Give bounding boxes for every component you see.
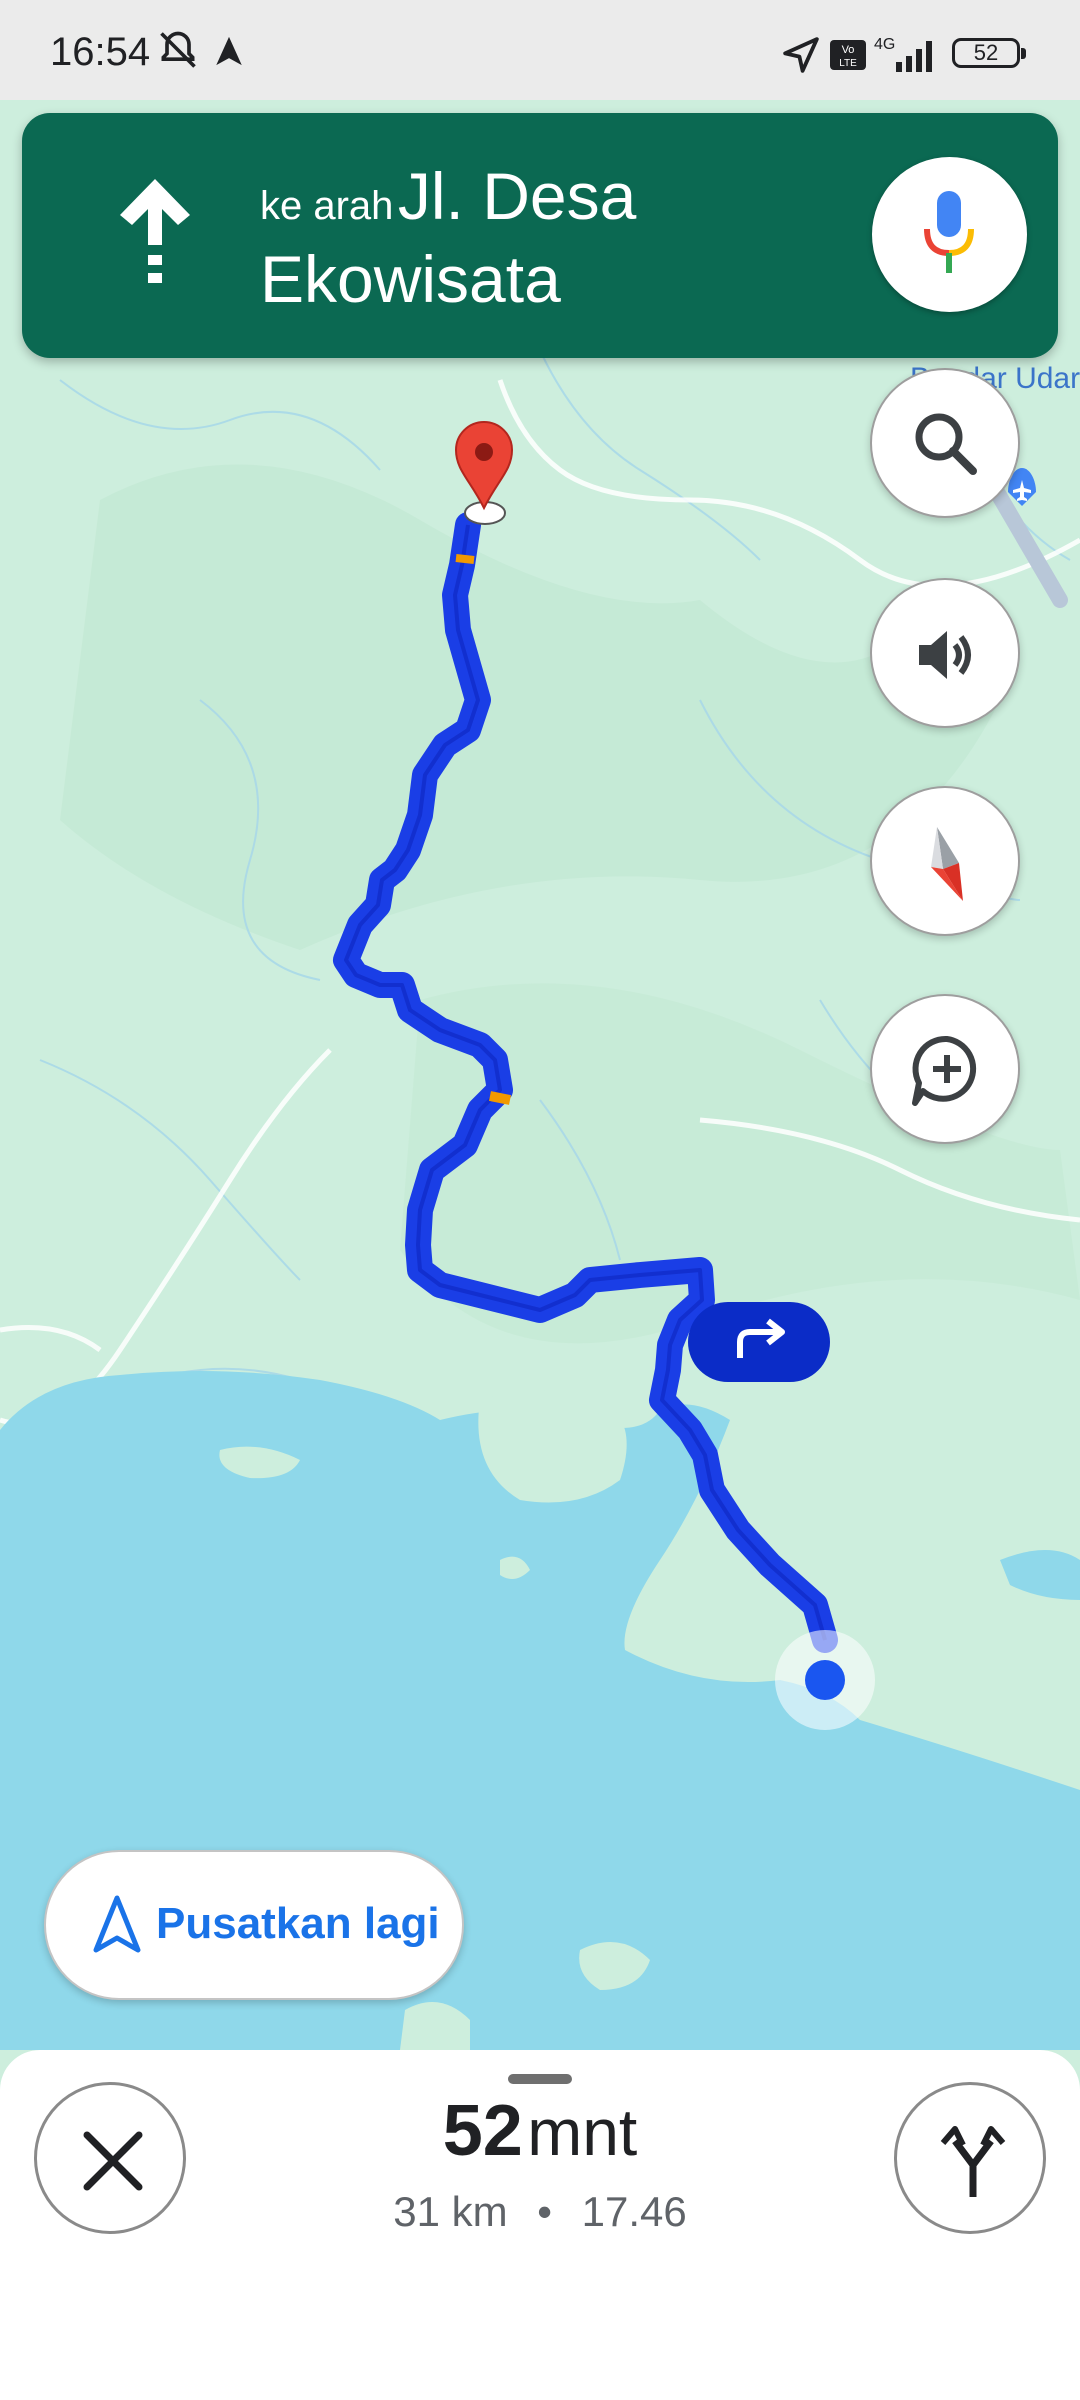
traffic-segment	[455, 554, 475, 564]
sound-button[interactable]	[870, 578, 1020, 728]
current-location-icon	[775, 1630, 875, 1730]
arrival-time: 17.46	[581, 2188, 687, 2235]
volume-icon	[919, 631, 971, 679]
voice-search-button[interactable]	[872, 157, 1027, 312]
instruction-line1: ke arah Jl. Desa	[260, 158, 636, 234]
clock: 16:54	[50, 30, 151, 74]
svg-text:Vo: Vo	[842, 44, 855, 56]
street-name-part1: Jl. Desa	[397, 159, 637, 233]
search-button[interactable]	[870, 368, 1020, 518]
navigation-banner[interactable]: ke arah Jl. Desa Ekowisata	[22, 113, 1058, 358]
compass-icon	[931, 827, 963, 901]
recenter-label: Pusatkan lagi	[156, 1899, 440, 1948]
navigation-arrow-icon	[93, 1895, 141, 1953]
trip-summary-sheet[interactable]: 52 mnt 31 km • 17.46	[0, 2050, 1080, 2400]
street-name-part2: Ekowisata	[260, 242, 561, 316]
eta-minutes: 52	[442, 2091, 523, 2171]
route-fork-icon	[940, 2126, 1006, 2197]
battery-indicator: 52	[952, 38, 1026, 68]
volte-icon: Vo LTE	[830, 40, 866, 70]
add-report-button[interactable]	[870, 994, 1020, 1144]
compass-button[interactable]	[870, 786, 1020, 936]
eta-unit: mnt	[527, 2095, 638, 2169]
microphone-icon	[924, 191, 974, 273]
straight-arrow-icon	[120, 179, 190, 283]
navigation-arrow-icon	[216, 36, 242, 66]
next-turn-bubble	[688, 1302, 830, 1382]
turn-right-icon	[737, 1318, 785, 1358]
bell-off-icon	[160, 31, 196, 68]
status-bar: 16:54 Vo LTE 4G 52	[0, 0, 1080, 100]
recenter-button[interactable]: Pusatkan lagi	[44, 1850, 464, 2000]
trip-distance: 31 km	[393, 2188, 508, 2235]
location-arrow-icon	[783, 37, 819, 73]
traffic-segment	[489, 1091, 511, 1105]
separator: •	[537, 2188, 552, 2235]
signal-icon	[896, 41, 932, 72]
svg-text:LTE: LTE	[839, 58, 857, 69]
drag-handle[interactable]	[508, 2074, 572, 2084]
search-icon	[915, 413, 977, 475]
add-comment-icon	[912, 1035, 977, 1106]
instruction-prefix: ke arah	[260, 184, 394, 228]
alternate-routes-button[interactable]	[894, 2082, 1046, 2234]
